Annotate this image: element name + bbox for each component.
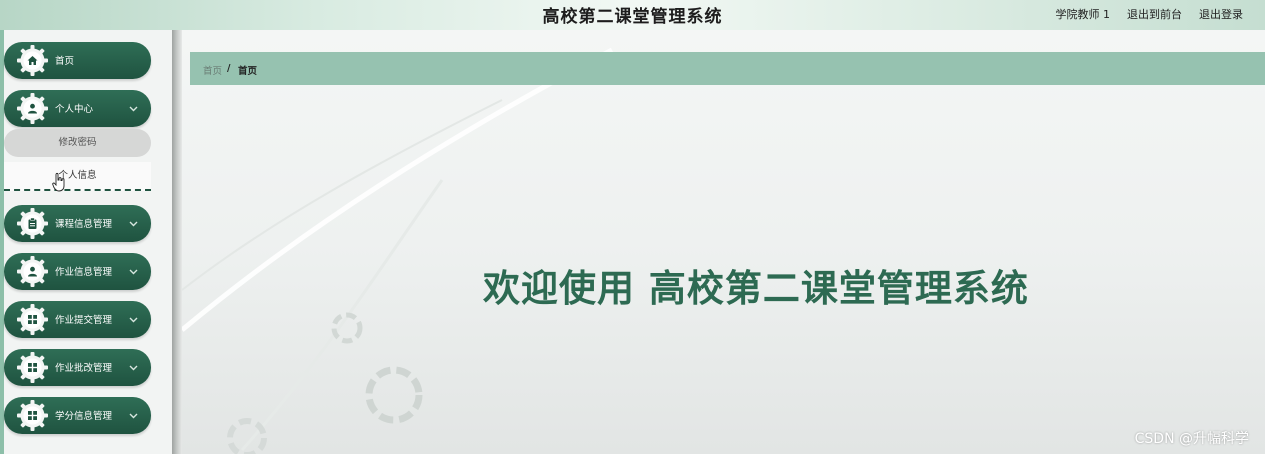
current-user: 学院教师 1 [1055,8,1111,21]
main-content: 首页 / 首页 欢迎使用 高校第二课堂管理系统 [182,30,1265,454]
header-links: 学院教师 1 退出到前台 退出登录 [1056,6,1244,22]
sidebar-item-label: 课程信息管理 [55,219,113,230]
sidebar-item-label: 学分信息管理 [55,411,113,422]
breadcrumb-home-link[interactable]: 首页 [203,63,222,77]
chevron-down-icon [129,413,138,419]
sidebar-item-label: 个人中心 [55,104,94,115]
submenu-item-personal-info[interactable]: 个人信息 [4,162,151,191]
user-icon [28,266,37,277]
sidebar-item-personal-center[interactable]: 个人中心 [4,90,151,127]
user-icon [28,103,37,114]
chevron-down-icon [129,365,138,371]
submenu-item-change-password[interactable]: 修改密码 [4,129,151,157]
chevron-down-icon [129,106,138,112]
breadcrumb-separator: / [227,63,231,74]
chevron-down-icon [129,317,138,323]
sidebar-item-label: 首页 [55,56,75,67]
sidebar-item-credit-info[interactable]: 学分信息管理 [4,397,151,434]
sidebar-item-homework-grading[interactable]: 作业批改管理 [4,349,151,386]
sidebar-item-label: 作业信息管理 [55,267,113,278]
breadcrumb: 首页 / 首页 [190,52,1265,85]
grid-icon [28,411,37,420]
sidebar-item-homework-info[interactable]: 作业信息管理 [4,253,151,290]
grid-icon [28,363,37,372]
background-decoration [182,47,614,454]
grid-icon [28,315,37,324]
sidebar-item-homework-submission[interactable]: 作业提交管理 [4,301,151,338]
clipboard-icon [28,217,37,229]
sidebar-item-label: 作业批改管理 [55,363,113,374]
exit-to-front-link[interactable]: 退出到前台 [1127,6,1182,22]
top-header: 高校第二课堂管理系统 学院教师 1 退出到前台 退出登录 [0,0,1265,30]
sidebar-item-label: 作业提交管理 [55,315,113,326]
welcome-heading: 欢迎使用 高校第二课堂管理系统 [483,267,1029,310]
chevron-down-icon [129,221,138,227]
watermark: CSDN @升幅科学 [1134,431,1249,447]
sidebar-scrollbar[interactable] [172,30,182,454]
hand-cursor-icon [52,172,65,192]
breadcrumb-current: 首页 [238,66,258,77]
sidebar-item-course-info[interactable]: 课程信息管理 [4,205,151,242]
sidebar-item-home[interactable]: 首页 [4,42,151,79]
logout-link[interactable]: 退出登录 [1199,6,1243,22]
chevron-down-icon [129,269,138,275]
home-icon [27,56,38,65]
